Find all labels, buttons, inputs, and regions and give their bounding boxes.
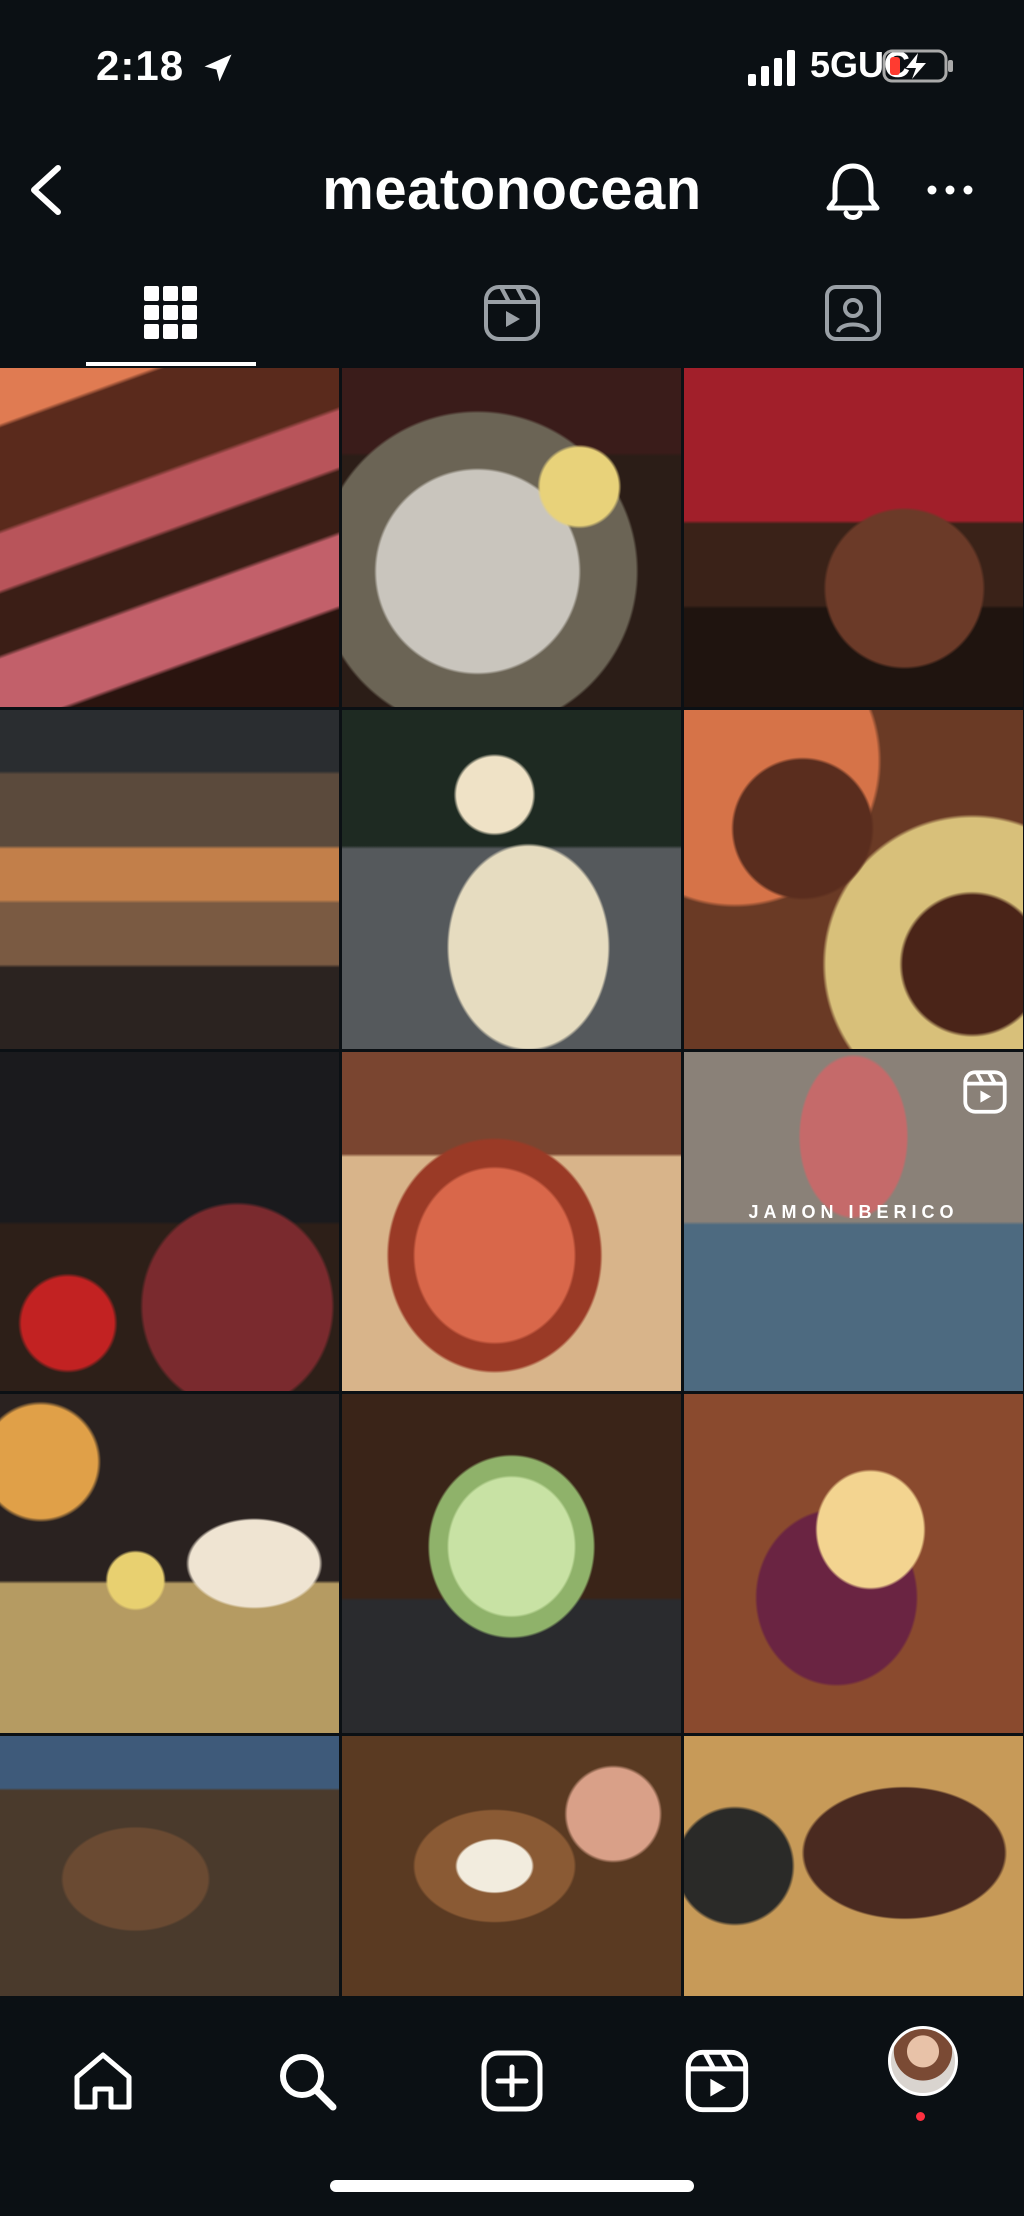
back-arrow-icon[interactable] — [20, 150, 80, 230]
reel-caption: JAMON IBERICO — [748, 1202, 959, 1222]
reels-icon — [483, 285, 540, 341]
post-tile[interactable] — [684, 710, 1023, 1049]
post-tile[interactable] — [684, 1736, 1023, 1996]
notification-bell-icon[interactable] — [818, 150, 888, 230]
home-indicator — [330, 2180, 694, 2192]
profile-header: meatonocean — [0, 140, 1024, 240]
battery-charging-icon — [882, 49, 953, 83]
tab-tagged[interactable] — [682, 258, 1023, 368]
more-options-icon[interactable] — [920, 150, 980, 230]
notification-dot — [916, 2112, 925, 2121]
status-time: 2:18 — [96, 42, 185, 89]
nav-create[interactable] — [467, 2036, 557, 2126]
post-tile[interactable]: JAMON IBERICO — [684, 1052, 1023, 1391]
post-grid: JAMON IBERICO — [0, 368, 1024, 1996]
post-tile[interactable] — [0, 368, 339, 707]
profile-avatar[interactable] — [888, 2026, 958, 2096]
grid-icon — [143, 286, 197, 339]
nav-reels[interactable] — [672, 2036, 762, 2126]
reel-badge-icon — [963, 1070, 1007, 1114]
nav-search[interactable] — [262, 2036, 352, 2126]
post-tile[interactable] — [0, 1394, 339, 1733]
post-tile[interactable] — [0, 710, 339, 1049]
post-tile[interactable] — [342, 710, 681, 1049]
search-icon — [280, 2054, 337, 2111]
cellular-signal-icon — [748, 50, 795, 86]
tab-reels[interactable] — [341, 258, 682, 368]
profile-tabs — [0, 258, 1024, 368]
reels-icon — [685, 2049, 749, 2113]
status-bar: 2:18 5GUC — [0, 0, 1024, 140]
post-tile[interactable] — [684, 368, 1023, 707]
location-arrow-icon — [204, 54, 232, 82]
active-tab-indicator — [86, 362, 256, 366]
post-tile[interactable] — [342, 1736, 681, 1996]
tab-grid[interactable] — [0, 258, 341, 368]
home-icon — [74, 2052, 132, 2110]
post-tile[interactable] — [342, 1394, 681, 1733]
post-tile[interactable] — [0, 1052, 339, 1391]
nav-home[interactable] — [58, 2036, 148, 2126]
post-tile[interactable] — [342, 1052, 681, 1391]
post-tile[interactable] — [684, 1394, 1023, 1733]
post-tile[interactable] — [0, 1736, 339, 1996]
post-tile[interactable] — [342, 368, 681, 707]
tagged-person-icon — [824, 285, 881, 341]
create-post-icon — [481, 2050, 543, 2112]
